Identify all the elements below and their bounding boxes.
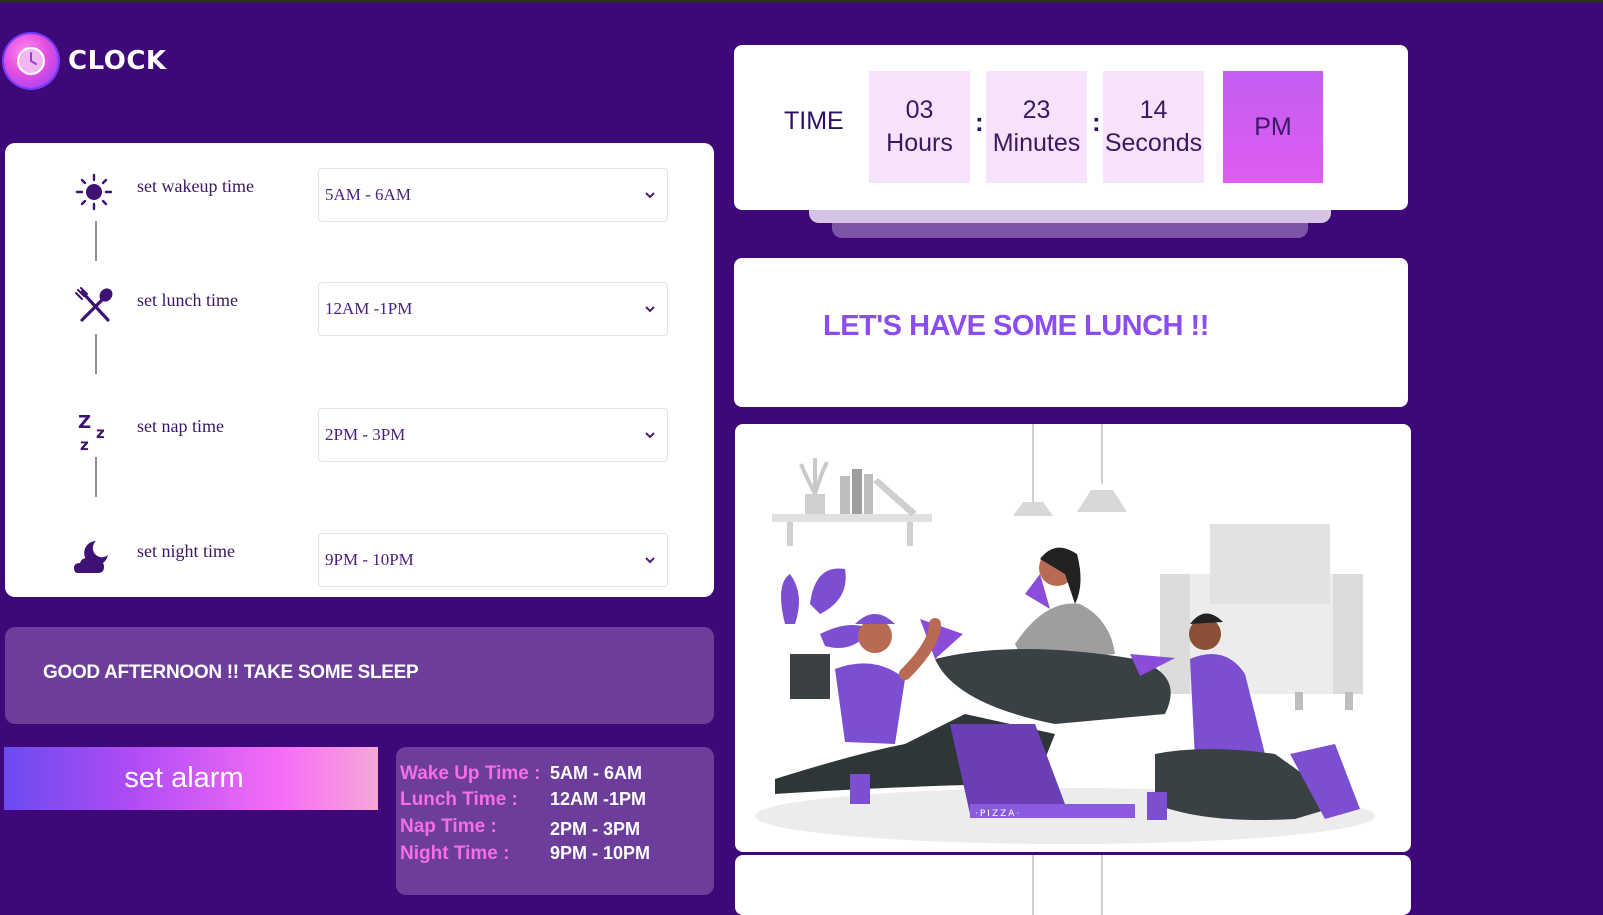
set-alarm-button[interactable]: set alarm bbox=[4, 747, 378, 810]
summary-row-lunch: Lunch Time : 12AM -1PM bbox=[400, 789, 710, 813]
moon-cloud-icon bbox=[69, 535, 119, 579]
minutes-box: 23 Minutes bbox=[986, 71, 1087, 183]
chevron-down-icon bbox=[645, 432, 655, 439]
app-logo: CLOCK bbox=[4, 34, 167, 88]
nap-select[interactable]: 2PM - 3PM bbox=[318, 408, 668, 462]
summary-row-nap: Nap Time : 2PM - 3PM bbox=[400, 816, 710, 840]
wakeup-select[interactable]: 5AM - 6AM bbox=[318, 168, 668, 222]
sleep-zzz-icon: Z z z bbox=[69, 410, 119, 454]
night-label: set night time bbox=[137, 541, 235, 561]
summary-value: 5AM - 6AM bbox=[550, 763, 643, 783]
nap-label: set nap time bbox=[137, 416, 224, 436]
time-separator: : bbox=[975, 107, 984, 137]
seconds-box: 14 Seconds bbox=[1103, 71, 1204, 183]
seconds-value: 14 bbox=[1139, 96, 1168, 124]
summary-value: 12AM -1PM bbox=[550, 789, 647, 809]
people-eating-pizza-illustration: ·PIZZA· bbox=[755, 424, 1375, 844]
lunch-select[interactable]: 12AM -1PM bbox=[318, 282, 668, 336]
svg-text:Z: Z bbox=[78, 412, 91, 433]
lunch-label: set lunch time bbox=[137, 290, 238, 310]
nap-row: Z z z set nap time 2PM - 3PM bbox=[5, 408, 714, 464]
message-card: LET'S HAVE SOME LUNCH !! bbox=[734, 258, 1408, 407]
nap-select-value: 2PM - 3PM bbox=[325, 425, 406, 444]
summary-label: Nap Time : bbox=[400, 816, 497, 837]
time-label: TIME bbox=[784, 107, 844, 135]
lunch-illustration: ·PIZZA· bbox=[735, 424, 1411, 852]
svg-text:z: z bbox=[80, 436, 89, 454]
app-title: CLOCK bbox=[68, 46, 167, 76]
greeting-text: GOOD AFTERNOON !! TAKE SOME SLEEP bbox=[43, 662, 419, 683]
svg-text:z: z bbox=[96, 424, 105, 442]
greeting-banner: GOOD AFTERNOON !! TAKE SOME SLEEP bbox=[5, 627, 714, 724]
summary-row-wakeup: Wake Up Time : 5AM - 6AM bbox=[400, 763, 710, 787]
chevron-down-icon bbox=[645, 557, 655, 564]
summary-value: 9PM - 10PM bbox=[550, 843, 651, 863]
fork-spoon-icon bbox=[69, 284, 119, 328]
seconds-label: Seconds bbox=[1104, 129, 1203, 157]
second-illustration-card bbox=[735, 855, 1411, 915]
minutes-label: Minutes bbox=[992, 129, 1081, 157]
chevron-down-icon bbox=[645, 306, 655, 313]
timeline-connector bbox=[95, 457, 97, 497]
svg-text:·PIZZA·: ·PIZZA· bbox=[975, 809, 1021, 819]
lunch-select-value: 12AM -1PM bbox=[325, 299, 413, 318]
summary-label: Night Time : bbox=[400, 843, 510, 864]
timeline-connector bbox=[95, 221, 97, 261]
wakeup-row: set wakeup time 5AM - 6AM bbox=[5, 168, 714, 224]
night-select-value: 9PM - 10PM bbox=[325, 550, 414, 569]
summary-label: Wake Up Time : bbox=[400, 763, 541, 784]
wakeup-label: set wakeup time bbox=[137, 176, 254, 196]
message-text: LET'S HAVE SOME LUNCH !! bbox=[823, 310, 1209, 342]
clock-icon bbox=[4, 34, 58, 88]
night-row: set night time 9PM - 10PM bbox=[5, 533, 714, 589]
time-separator: : bbox=[1092, 107, 1101, 137]
hours-label: Hours bbox=[886, 129, 953, 157]
summary-value: 2PM - 3PM bbox=[550, 819, 641, 839]
time-settings-panel: set wakeup time 5AM - 6AM set lunch time… bbox=[5, 143, 714, 597]
chevron-down-icon bbox=[645, 192, 655, 199]
minutes-value: 23 bbox=[1022, 96, 1051, 124]
clock-display: TIME 03 Hours : 23 Minutes : 14 Seconds … bbox=[734, 45, 1408, 210]
night-select[interactable]: 9PM - 10PM bbox=[318, 533, 668, 587]
hours-box: 03 Hours bbox=[869, 71, 970, 183]
wakeup-select-value: 5AM - 6AM bbox=[325, 185, 411, 204]
summary-label: Lunch Time : bbox=[400, 789, 518, 810]
sun-icon bbox=[69, 170, 119, 214]
illustration-preview bbox=[1032, 855, 1103, 915]
lunch-row: set lunch time 12AM -1PM bbox=[5, 282, 714, 338]
window-top-border bbox=[0, 0, 1603, 3]
hours-value: 03 bbox=[905, 96, 934, 124]
summary-row-night: Night Time : 9PM - 10PM bbox=[400, 843, 710, 867]
ampm-indicator: PM bbox=[1223, 71, 1323, 183]
alarm-summary: Wake Up Time : 5AM - 6AM Lunch Time : 12… bbox=[396, 747, 714, 895]
timeline-connector bbox=[95, 334, 97, 374]
